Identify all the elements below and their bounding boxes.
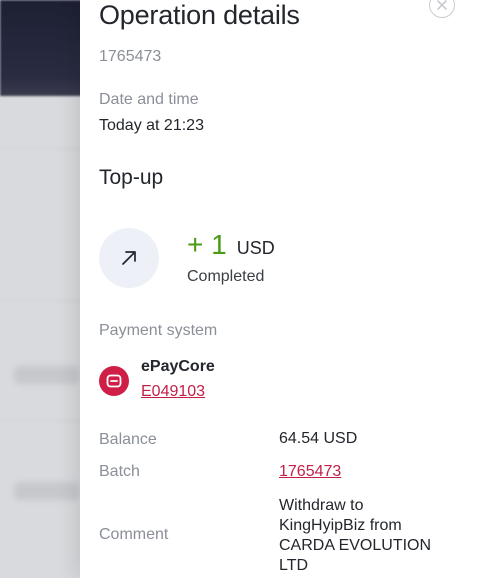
- arrow-up-right-icon: [122, 251, 136, 265]
- epaycore-logo-mark: [106, 374, 122, 388]
- amount-currency: USD: [236, 238, 275, 258]
- payment-system-label: Payment system: [99, 322, 218, 339]
- close-button[interactable]: [429, 0, 455, 18]
- close-icon: [437, 0, 447, 10]
- date-time-value: Today at 21:23: [99, 117, 204, 134]
- batch-link[interactable]: 1765473: [279, 463, 341, 481]
- operation-details-panel: Operation details 1765473 Date and time …: [80, 0, 478, 578]
- payment-system-name: ePayCore: [141, 358, 215, 375]
- balance-value: 64.54 USD: [279, 430, 358, 447]
- batch-label: Batch: [99, 463, 140, 480]
- amount-value: + 1: [187, 229, 227, 260]
- background-blurred-item: [14, 366, 80, 384]
- date-time-label: Date and time: [99, 91, 199, 108]
- comment-value: Withdraw to KingHyipBiz from CARDA EVOLU…: [279, 497, 432, 574]
- balance-label: Balance: [99, 431, 157, 448]
- operation-id: 1765473: [99, 48, 162, 65]
- status-text: Completed: [187, 268, 265, 285]
- epaycore-logo-icon: [99, 366, 129, 396]
- background-blurred-item: [14, 482, 80, 500]
- comment-label: Comment: [99, 526, 169, 543]
- operation-type: Top-up: [99, 166, 164, 189]
- amount-row: + 1 USD: [187, 229, 275, 261]
- payment-account-link[interactable]: E049103: [141, 383, 205, 401]
- operation-icon-badge: [99, 228, 159, 288]
- panel-title: Operation details: [99, 0, 300, 30]
